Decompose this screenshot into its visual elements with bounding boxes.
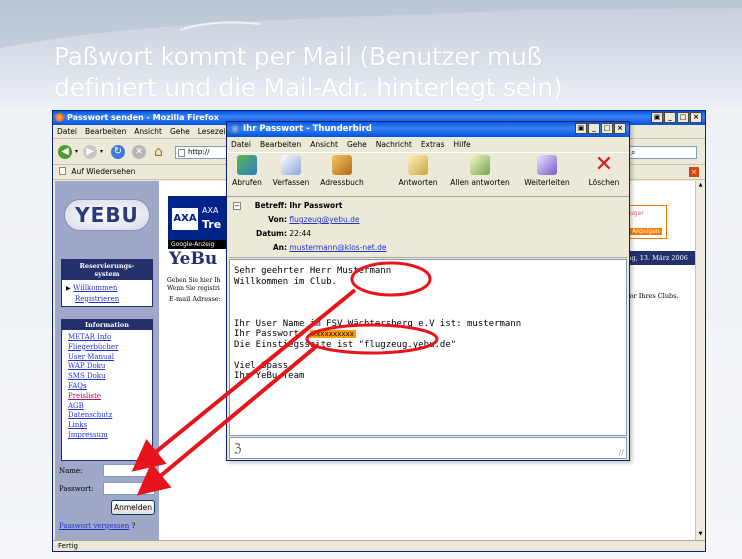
highlight-name-ellipse	[350, 261, 432, 297]
highlight-password-ellipse	[305, 323, 439, 355]
annotation-overlay	[131, 261, 439, 496]
arrow-to-password	[136, 343, 320, 496]
arrow-to-name	[131, 288, 357, 472]
